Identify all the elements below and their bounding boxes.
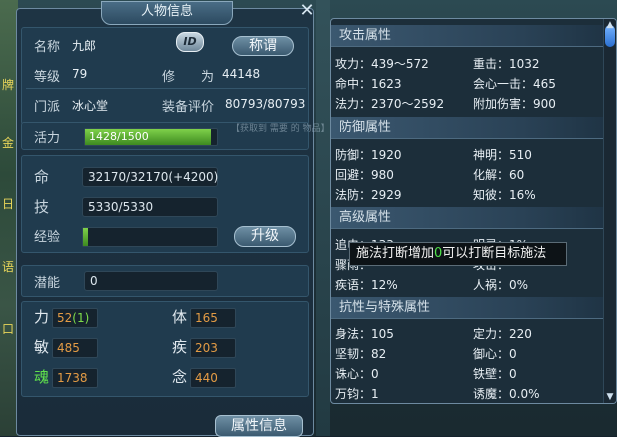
identity-box: 名称 九郎 ID 称谓 等级 79 修 为 44148 门派 冰心堂 装备评价 … xyxy=(21,27,309,125)
name-value: 九郎 xyxy=(72,39,97,53)
panel-title: 人物信息 xyxy=(101,1,233,25)
strip-char-3: 日 xyxy=(1,197,14,211)
sect-label: 门派 xyxy=(34,100,61,115)
skill-value: 5330/5330 xyxy=(82,197,218,217)
attr-str-value: 52 xyxy=(57,311,73,325)
attr-speed-value: 203 xyxy=(190,338,236,358)
special-header: 抗性与特殊属性 xyxy=(331,297,603,319)
special-row-1-right: 定力：220 xyxy=(473,327,532,341)
special-row-4-right: 诱魔：0.0% xyxy=(473,387,540,401)
attack-row-1-right: 重击：1032 xyxy=(473,57,540,71)
tooltip-suffix: 可以打断目标施法 xyxy=(442,246,547,261)
attr-agi-label: 敏 xyxy=(34,338,50,356)
attr-soul-value: 1738 xyxy=(52,368,98,388)
attack-row-3-left: 法力：2370～2592 xyxy=(335,97,445,111)
defense-row-1-right: 神明：510 xyxy=(473,148,532,162)
attack-row-2-left: 命中：1623 xyxy=(335,77,402,91)
attack-row-3-right: 附加伤害：900 xyxy=(473,97,556,111)
attr-str-label: 力 xyxy=(34,308,50,326)
stats-box: 命 32170/32170(+4200) 技 5330/5330 经验 升级 xyxy=(21,155,309,253)
exp-bar-fill xyxy=(83,228,89,246)
attr-con-value: 165 xyxy=(190,308,236,328)
vigor-bar: 1428/1500 xyxy=(84,128,218,146)
attribute-info-button[interactable]: 属性信息 xyxy=(215,415,303,437)
background-text: 【获取到 需要 的 物品】 xyxy=(231,124,330,134)
strip-char-1: 牌 xyxy=(1,78,14,92)
equip-score-label: 装备评价 xyxy=(162,100,215,115)
hp-label: 命 xyxy=(34,168,50,186)
advanced-header: 高级属性 xyxy=(331,207,603,229)
special-row-3-left: 诛心：0 xyxy=(335,367,379,381)
sect-value: 冰心堂 xyxy=(72,99,109,113)
attack-row-1-left: 攻力：439～572 xyxy=(335,57,429,71)
defense-row-2-right: 化解：60 xyxy=(473,168,525,182)
strip-char-4: 语 xyxy=(1,260,14,274)
attr-str-bonus: (1) xyxy=(72,311,90,325)
special-row-2-right: 御心：0 xyxy=(473,347,517,361)
exp-bar xyxy=(82,227,218,247)
attribute-detail-panel: 攻击属性 攻力：439～572 重击：1032 命中：1623 会心一击：465… xyxy=(330,18,617,404)
cultivation-value: 44148 xyxy=(222,67,261,81)
divider xyxy=(26,88,306,89)
advanced-row-3-right: 人祸：0% xyxy=(473,278,529,292)
character-info-panel: 人物信息 ✕ 名称 九郎 ID 称谓 等级 79 修 为 44148 门派 冰心… xyxy=(16,1,315,437)
scroll-down-icon[interactable]: ▼ xyxy=(603,391,616,403)
tooltip-prefix: 施法打断增加 xyxy=(356,246,435,261)
skill-label: 技 xyxy=(34,198,50,216)
hp-value: 32170/32170(+4200) xyxy=(82,167,218,187)
level-value: 79 xyxy=(72,67,88,81)
attributes-box: 力 52(1) 体 165 敏 485 疾 203 魂 1738 念 440 xyxy=(21,301,309,397)
defense-row-3-left: 法防：2929 xyxy=(335,188,402,202)
special-row-3-right: 铁壁：0 xyxy=(473,367,517,381)
potential-row: 潜能 0 xyxy=(21,265,309,297)
title-button[interactable]: 称谓 xyxy=(232,36,294,56)
potential-label: 潜能 xyxy=(34,276,61,291)
strip-char-2: 金 xyxy=(1,136,14,150)
attack-row-2-right: 会心一击：465 xyxy=(473,77,556,91)
scroll-up-icon[interactable]: ▲ xyxy=(603,19,616,31)
attr-agi-value: 485 xyxy=(52,338,98,358)
defense-row-3-right: 知彼：16% xyxy=(473,188,536,202)
special-row-2-left: 坚韧：82 xyxy=(335,347,387,361)
close-icon[interactable]: ✕ xyxy=(299,2,315,20)
defense-header: 防御属性 xyxy=(331,117,603,139)
advanced-row-3-left: 疾语：12% xyxy=(335,278,398,292)
level-label: 等级 xyxy=(34,70,61,85)
attr-con-label: 体 xyxy=(172,308,188,326)
attr-mind-value: 440 xyxy=(190,368,236,388)
special-row-1-left: 身法：105 xyxy=(335,327,394,341)
attr-str-box: 52(1) xyxy=(52,308,98,328)
potential-value: 0 xyxy=(84,271,218,291)
attr-mind-label: 念 xyxy=(172,368,188,386)
exp-label: 经验 xyxy=(34,230,61,245)
equip-score-value: 80793/80793 xyxy=(225,97,306,111)
attr-soul-label: 魂 xyxy=(34,368,50,386)
attr-speed-label: 疾 xyxy=(172,338,188,356)
strip-char-5: 口 xyxy=(1,322,14,336)
attack-header: 攻击属性 xyxy=(331,25,603,47)
id-badge-icon[interactable]: ID xyxy=(176,32,204,52)
upgrade-button[interactable]: 升级 xyxy=(234,226,296,247)
defense-row-2-left: 回避：980 xyxy=(335,168,394,182)
background-gap xyxy=(316,0,330,436)
vigor-label: 活力 xyxy=(34,131,61,146)
name-label: 名称 xyxy=(34,40,61,55)
defense-row-1-left: 防御：1920 xyxy=(335,148,402,162)
special-row-4-left: 万钧：1 xyxy=(335,387,379,401)
interrupt-tooltip: 施法打断增加0可以打断目标施法 xyxy=(349,242,567,266)
vigor-value: 1428/1500 xyxy=(89,130,149,143)
cultivation-label: 修 为 xyxy=(162,70,215,85)
scrollbar-track[interactable] xyxy=(603,19,616,403)
